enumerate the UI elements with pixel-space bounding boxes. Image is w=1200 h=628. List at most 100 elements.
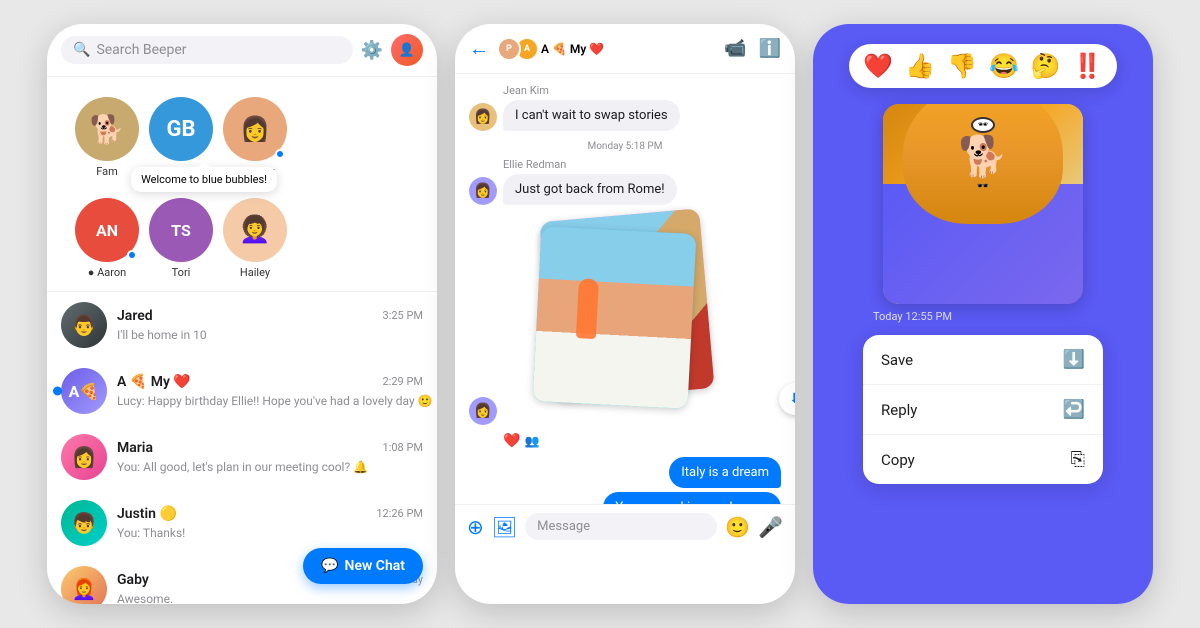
story-penny[interactable]: 👩 ● Penny Welcome to blue bubbles!: [223, 97, 287, 178]
chat-input-bar: ⊕ 🖼 Message 🙂 🎤: [455, 504, 795, 548]
settings-icon[interactable]: ⚙️: [361, 40, 383, 61]
reaction-exclaim-btn[interactable]: ‼️: [1073, 52, 1103, 80]
back-button[interactable]: ←: [469, 36, 489, 61]
story-tori-avatar: TS: [149, 198, 213, 262]
message-content-ellie-1: Ellie Redman Just got back from Rome!: [503, 158, 677, 205]
add-attachment-icon[interactable]: ⊕: [467, 515, 484, 539]
stories-row-1: 🐕 Fam GB Gaby: [61, 85, 423, 186]
stories-section: 🐕 Fam GB Gaby: [47, 77, 437, 292]
chat-preview-gaby: Awesome.: [117, 592, 173, 605]
copy-label: Copy: [881, 451, 915, 469]
save-icon: ⬇️: [1063, 349, 1085, 370]
chat-info-maria: Maria 1:08 PM You: All good, let's plan …: [117, 440, 423, 475]
download-button[interactable]: ⬇: [779, 383, 795, 415]
chat-info-jared: Jared 3:25 PM I'll be home in 10: [117, 308, 423, 343]
new-chat-label: New Chat: [345, 558, 405, 574]
save-label: Save: [881, 351, 913, 369]
chat-item-a-group[interactable]: A🍕 A 🍕 My ❤️ 2:29 PM Lucy: Happy birthda…: [47, 358, 437, 424]
story-fam-name: Fam: [96, 165, 118, 178]
chat-header: ← P A A 🍕 My ❤️ 📹 ℹ️: [455, 24, 795, 74]
user-avatar-image: 👤: [399, 43, 415, 58]
header-avatars: P A: [497, 37, 533, 61]
context-menu: Save ⬇️ Reply ↩️ Copy ⎘: [863, 335, 1103, 484]
tooltip-blue-bubbles: Welcome to blue bubbles!: [131, 167, 277, 192]
chat-time-maria: 1:08 PM: [383, 441, 423, 454]
msg-avatar-jean: 👩: [469, 103, 497, 131]
story-hailey-name: Hailey: [240, 266, 270, 279]
info-icon[interactable]: ℹ️: [759, 38, 781, 59]
reaction-laugh-btn[interactable]: 😂: [989, 52, 1019, 80]
audio-icon[interactable]: 🎤: [758, 515, 783, 539]
photo-icon[interactable]: 🖼: [492, 515, 517, 539]
reaction-avatars: 👥: [524, 434, 539, 448]
chat-item-jared[interactable]: 👨 Jared 3:25 PM I'll be home in 10: [47, 292, 437, 358]
new-chat-button[interactable]: 💬 New Chat: [303, 548, 423, 584]
chat-name-a-group: A 🍕 My ❤️: [117, 374, 191, 390]
story-hailey[interactable]: 👩‍🦱 Hailey: [223, 198, 287, 279]
chat-time-jared: 3:25 PM: [383, 309, 423, 322]
msg-avatar-ellie: 👩: [469, 177, 497, 205]
story-tori[interactable]: TS Tori: [149, 198, 213, 279]
emoji-icon[interactable]: 🙂: [725, 515, 750, 539]
message-bubble-jean: Jean Kim I can't wait to swap stories: [503, 84, 680, 131]
user-avatar[interactable]: 👤: [391, 34, 423, 66]
reaction-heart-btn[interactable]: ❤️: [863, 52, 893, 80]
stories-row-2: AN ● Aaron TS Tori: [61, 186, 423, 287]
story-gaby-avatar: GB: [149, 97, 213, 161]
sender-name-ellie: Ellie Redman: [503, 158, 677, 171]
unread-dot-a-group: [53, 387, 62, 396]
reaction-thumbsdown-btn[interactable]: 👎: [947, 52, 977, 80]
chat-info-a-group: A 🍕 My ❤️ 2:29 PM Lucy: Happy birthday E…: [117, 374, 423, 409]
chat-item-maria[interactable]: 👩 Maria 1:08 PM You: All good, let's pla…: [47, 424, 437, 490]
reply-icon: ↩️: [1063, 399, 1085, 420]
chat-preview-jared: I'll be home in 10: [117, 328, 207, 342]
search-input-wrap[interactable]: 🔍 Search Beeper: [61, 36, 353, 64]
image-card-2: [533, 226, 697, 409]
bubble-hungry: You are making me hungry: [603, 492, 781, 504]
video-call-icon[interactable]: 📹: [724, 38, 746, 59]
chat-avatar-maria: 👩: [61, 434, 107, 480]
dog-image-card: 🕶 🐕 🕶️: [883, 104, 1083, 304]
chat-avatar-justin: 👦: [61, 500, 107, 546]
header-group-name: A 🍕 My ❤️: [541, 42, 604, 56]
story-fam[interactable]: 🐕 Fam: [75, 97, 139, 178]
messages-area: 👩 Jean Kim I can't wait to swap stories …: [455, 74, 795, 504]
message-row-ellie-1: 👩 Ellie Redman Just got back from Rome!: [469, 158, 781, 205]
story-hailey-avatar: 👩‍🦱: [223, 198, 287, 262]
search-bar: 🔍 Search Beeper ⚙️ 👤: [47, 24, 437, 77]
timestamp-monday: Monday 5:18 PM: [469, 141, 781, 152]
message-row-italy: Italy is a dream: [469, 457, 781, 488]
phone-context: ❤️ 👍 👎 😂 🤔 ‼️ 🕶: [813, 24, 1153, 604]
chat-time-justin: 12:26 PM: [376, 507, 423, 520]
chat-avatar-gaby: 👩‍🦰: [61, 566, 107, 604]
story-aaron-name: ● Aaron: [88, 266, 127, 279]
message-row-jean: 👩 Jean Kim I can't wait to swap stories: [469, 84, 781, 131]
chat-item-justin[interactable]: 👦 Justin 🟡 12:26 PM You: Thanks!: [47, 490, 437, 556]
header-name-group: A 🍕 My ❤️: [541, 42, 716, 56]
header-icons: 📹 ℹ️: [724, 38, 781, 59]
story-fam-avatar: 🐕: [75, 97, 139, 161]
chat-name-gaby: Gaby: [117, 572, 149, 588]
chat-name-justin: Justin 🟡: [117, 506, 177, 522]
reaction-think-btn[interactable]: 🤔: [1031, 52, 1061, 80]
chat-preview-a-group: Lucy: Happy birthday Ellie!! Hope you've…: [117, 394, 433, 408]
chat-name-maria: Maria: [117, 440, 153, 456]
reaction-thumbsup-btn[interactable]: 👍: [905, 52, 935, 80]
context-save[interactable]: Save ⬇️: [863, 335, 1103, 385]
context-copy[interactable]: Copy ⎘: [863, 435, 1103, 484]
chat-name-jared: Jared: [117, 308, 153, 324]
message-input[interactable]: Message: [525, 513, 717, 540]
penny-unread-dot: [275, 149, 285, 159]
story-aaron[interactable]: AN ● Aaron: [75, 198, 139, 279]
chat-preview-justin: You: Thanks!: [117, 526, 185, 540]
message-row-hungry: You are making me hungry: [469, 492, 781, 504]
header-avatar-1: P: [497, 37, 521, 61]
context-reply[interactable]: Reply ↩️: [863, 385, 1103, 435]
chat-time-a-group: 2:29 PM: [383, 375, 423, 388]
image-stack: [537, 215, 722, 425]
aaron-unread-dot: [127, 250, 137, 260]
copy-icon: ⎘: [1071, 449, 1085, 470]
chat-preview-maria: You: All good, let's plan in our meeting…: [117, 460, 368, 474]
image-timestamp: Today 12:55 PM: [873, 310, 952, 323]
bubble-italy: Italy is a dream: [669, 457, 781, 488]
